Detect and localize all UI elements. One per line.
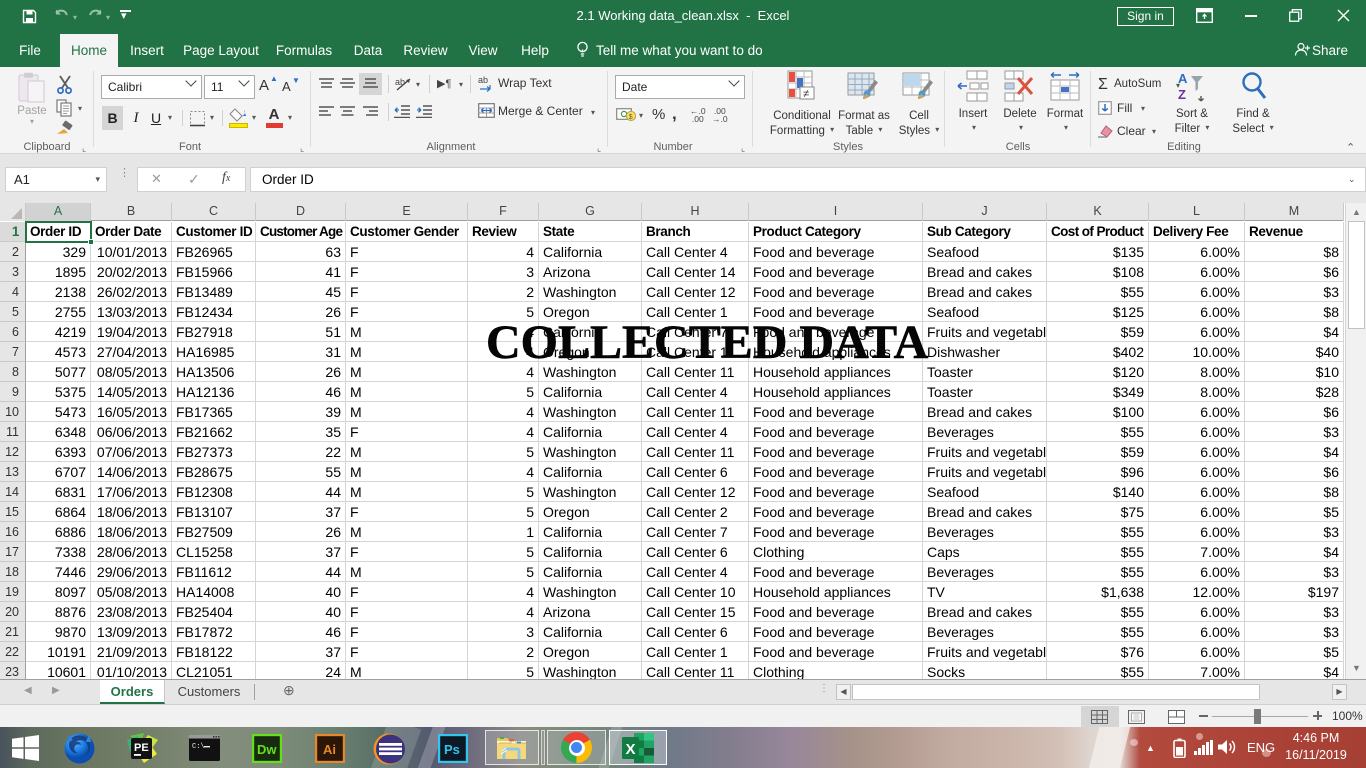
- svg-text:ab: ab: [395, 77, 405, 87]
- svg-text:ab: ab: [478, 75, 488, 85]
- svg-text:≠: ≠: [803, 88, 809, 100]
- svg-text:Dw: Dw: [257, 742, 277, 757]
- svg-text:Ps: Ps: [444, 742, 460, 757]
- svg-text:A: A: [1178, 71, 1188, 86]
- svg-text:PE: PE: [134, 742, 149, 754]
- svg-text:Ai: Ai: [323, 742, 336, 757]
- svg-text:$: $: [629, 114, 633, 121]
- svg-text:Z: Z: [1178, 87, 1186, 102]
- svg-text:C:\: C:\: [192, 743, 205, 751]
- svg-text:X: X: [626, 741, 636, 758]
